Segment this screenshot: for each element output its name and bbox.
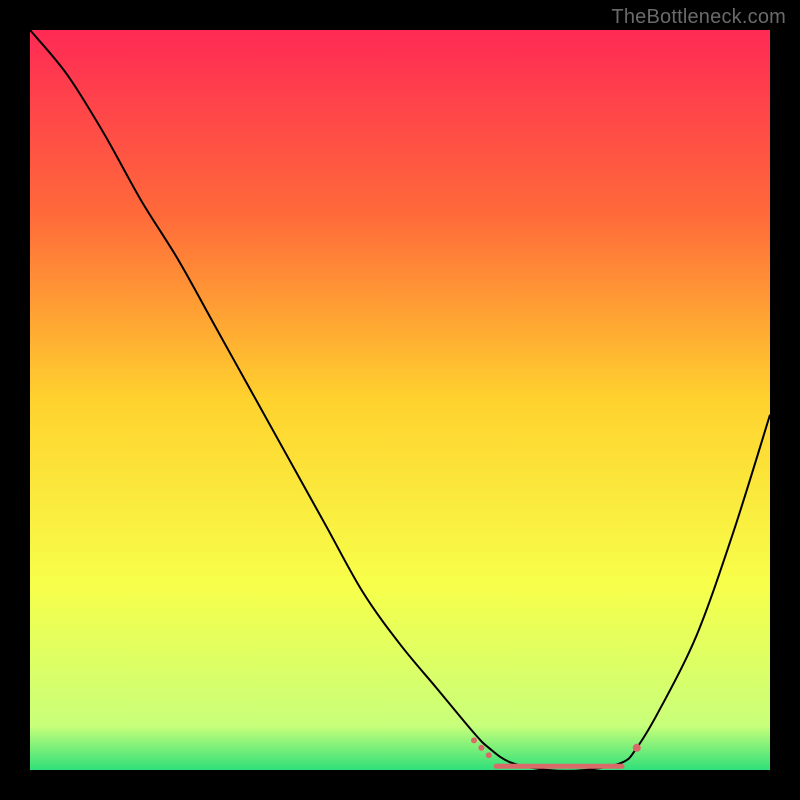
chart-plot-area xyxy=(30,30,770,770)
watermark-text: TheBottleneck.com xyxy=(611,6,786,29)
bottleneck-chart xyxy=(30,30,770,770)
chart-background-gradient xyxy=(30,30,770,770)
